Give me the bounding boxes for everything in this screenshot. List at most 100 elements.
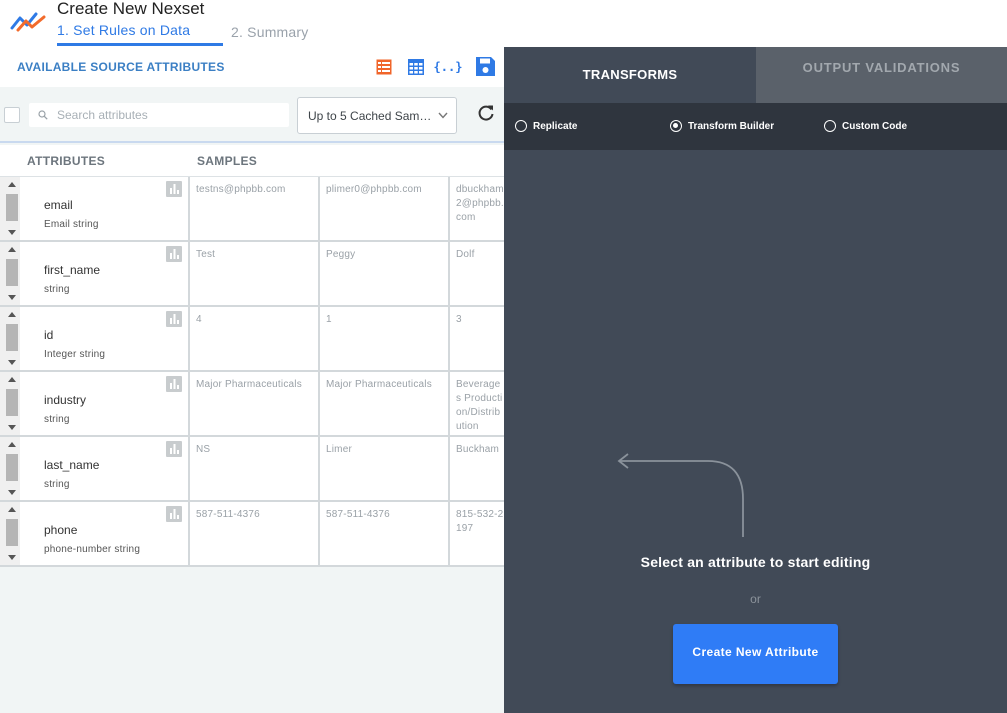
- scroll-up-icon[interactable]: [8, 507, 16, 512]
- scroll-down-icon[interactable]: [8, 490, 16, 495]
- sample-value: Test: [190, 242, 320, 305]
- sample-value: dbuckham2@phpbb.com: [456, 184, 504, 223]
- attributes-table: email Email string testns@phpbb.com plim…: [0, 177, 504, 567]
- row-scrollbar[interactable]: [0, 177, 20, 240]
- save-icon[interactable]: [474, 55, 496, 77]
- sample-value: Buckham: [456, 444, 500, 455]
- radio-custom-code[interactable]: [824, 120, 836, 132]
- sample-value: 587-511-4376: [320, 502, 450, 565]
- attribute-name: last_name: [44, 458, 100, 472]
- bar-chart-icon[interactable]: [166, 506, 182, 522]
- spreadsheet-icon[interactable]: [374, 57, 394, 77]
- select-all-checkbox[interactable]: [4, 107, 20, 123]
- refresh-icon[interactable]: [476, 103, 496, 123]
- scroll-up-icon[interactable]: [8, 182, 16, 187]
- radio-replicate[interactable]: [515, 120, 527, 132]
- scroll-thumb[interactable]: [6, 194, 18, 221]
- attribute-name: industry: [44, 393, 87, 407]
- attribute-name: phone: [44, 523, 78, 537]
- transform-tabs: TRANSFORMS OUTPUT VALIDATIONS: [504, 47, 1007, 103]
- column-attributes: ATTRIBUTES: [27, 154, 106, 168]
- mode-custom-code[interactable]: Custom Code: [824, 120, 907, 132]
- scroll-thumb[interactable]: [6, 389, 18, 416]
- mode-replicate[interactable]: Replicate: [515, 120, 577, 132]
- transform-mode-bar: Replicate Transform Builder Custom Code: [504, 103, 1007, 150]
- scroll-up-icon[interactable]: [8, 377, 16, 382]
- attribute-name: id: [44, 328, 54, 342]
- row-scrollbar[interactable]: [0, 242, 20, 305]
- scroll-up-icon[interactable]: [8, 442, 16, 447]
- table-row[interactable]: email Email string testns@phpbb.com plim…: [0, 177, 504, 242]
- transforms-panel: TRANSFORMS OUTPUT VALIDATIONS Replicate …: [504, 47, 1007, 713]
- sample-value: Dolf: [456, 249, 475, 260]
- create-new-attribute-button[interactable]: Create New Attribute: [673, 624, 838, 684]
- row-scrollbar[interactable]: [0, 307, 20, 370]
- attribute-cell[interactable]: last_name string: [20, 437, 190, 500]
- scroll-down-icon[interactable]: [8, 360, 16, 365]
- table-row[interactable]: id Integer string 4 1 3: [0, 307, 504, 372]
- sample-value: Beverages Production/Distribution: [456, 379, 503, 432]
- header: Create New Nexset 1. Set Rules on Data 2…: [0, 0, 1007, 47]
- sample-value: 3: [456, 314, 462, 325]
- sample-value: 1: [320, 307, 450, 370]
- sample-value: NS: [190, 437, 320, 500]
- scroll-down-icon[interactable]: [8, 230, 16, 235]
- mode-label: Transform Builder: [688, 120, 775, 132]
- scroll-up-icon[interactable]: [8, 247, 16, 252]
- scroll-down-icon[interactable]: [8, 295, 16, 300]
- table-icon[interactable]: [406, 57, 426, 77]
- json-braces-icon[interactable]: {..}: [434, 57, 463, 77]
- bar-chart-icon[interactable]: [166, 441, 182, 457]
- search-input[interactable]: [57, 103, 285, 127]
- attribute-cell[interactable]: industry string: [20, 372, 190, 435]
- mode-transform-builder[interactable]: Transform Builder: [670, 120, 774, 132]
- row-scrollbar[interactable]: [0, 437, 20, 500]
- row-scrollbar[interactable]: [0, 372, 20, 435]
- nexla-logo-icon: [10, 12, 46, 32]
- attribute-cell[interactable]: id Integer string: [20, 307, 190, 370]
- scroll-down-icon[interactable]: [8, 555, 16, 560]
- attributes-toolbar: Up to 5 Cached Samples: [0, 87, 504, 143]
- attribute-name: email: [44, 198, 73, 212]
- table-row[interactable]: last_name string NS Limer Buckham: [0, 437, 504, 502]
- attribute-cell[interactable]: email Email string: [20, 177, 190, 240]
- sample-value: testns@phpbb.com: [190, 177, 320, 240]
- bar-chart-icon[interactable]: [166, 246, 182, 262]
- active-step-indicator: [57, 43, 223, 46]
- scroll-thumb[interactable]: [6, 259, 18, 286]
- attribute-cell[interactable]: first_name string: [20, 242, 190, 305]
- or-divider: or: [750, 592, 761, 606]
- sample-value: Limer: [320, 437, 450, 500]
- search-box: [29, 103, 289, 127]
- source-attributes-header: AVAILABLE SOURCE ATTRIBUTES {..}: [0, 47, 504, 87]
- bar-chart-icon[interactable]: [166, 376, 182, 392]
- tab-output-validations[interactable]: OUTPUT VALIDATIONS: [756, 47, 1007, 103]
- attribute-type: Integer string: [44, 349, 106, 360]
- attribute-type: string: [44, 479, 70, 490]
- mode-label: Replicate: [533, 120, 578, 132]
- scroll-thumb[interactable]: [6, 324, 18, 351]
- radio-transform-builder[interactable]: [670, 120, 682, 132]
- tab-transforms[interactable]: TRANSFORMS: [504, 47, 756, 103]
- row-scrollbar[interactable]: [0, 502, 20, 565]
- scroll-down-icon[interactable]: [8, 425, 16, 430]
- curved-arrow-icon: [617, 453, 744, 537]
- step-summary[interactable]: 2. Summary: [231, 24, 308, 40]
- scroll-thumb[interactable]: [6, 519, 18, 546]
- table-row[interactable]: first_name string Test Peggy Dolf: [0, 242, 504, 307]
- bar-chart-icon[interactable]: [166, 311, 182, 327]
- sample-value: Major Pharmaceuticals: [320, 372, 450, 435]
- step-set-rules[interactable]: 1. Set Rules on Data: [57, 22, 190, 38]
- bar-chart-icon[interactable]: [166, 181, 182, 197]
- sample-value: 4: [190, 307, 320, 370]
- sample-value: 587-511-4376: [190, 502, 320, 565]
- page-title: Create New Nexset: [57, 0, 205, 18]
- scroll-up-icon[interactable]: [8, 312, 16, 317]
- table-row[interactable]: industry string Major Pharmaceuticals Ma…: [0, 372, 504, 437]
- attribute-cell[interactable]: phone phone-number string: [20, 502, 190, 565]
- table-row[interactable]: phone phone-number string 587-511-4376 5…: [0, 502, 504, 567]
- scroll-thumb[interactable]: [6, 454, 18, 481]
- empty-state-message: Select an attribute to start editing: [640, 554, 871, 570]
- source-attributes-panel: AVAILABLE SOURCE ATTRIBUTES {..} Search …: [0, 47, 504, 713]
- sample-count-select[interactable]: Up to 5 Cached Samples: [297, 97, 457, 134]
